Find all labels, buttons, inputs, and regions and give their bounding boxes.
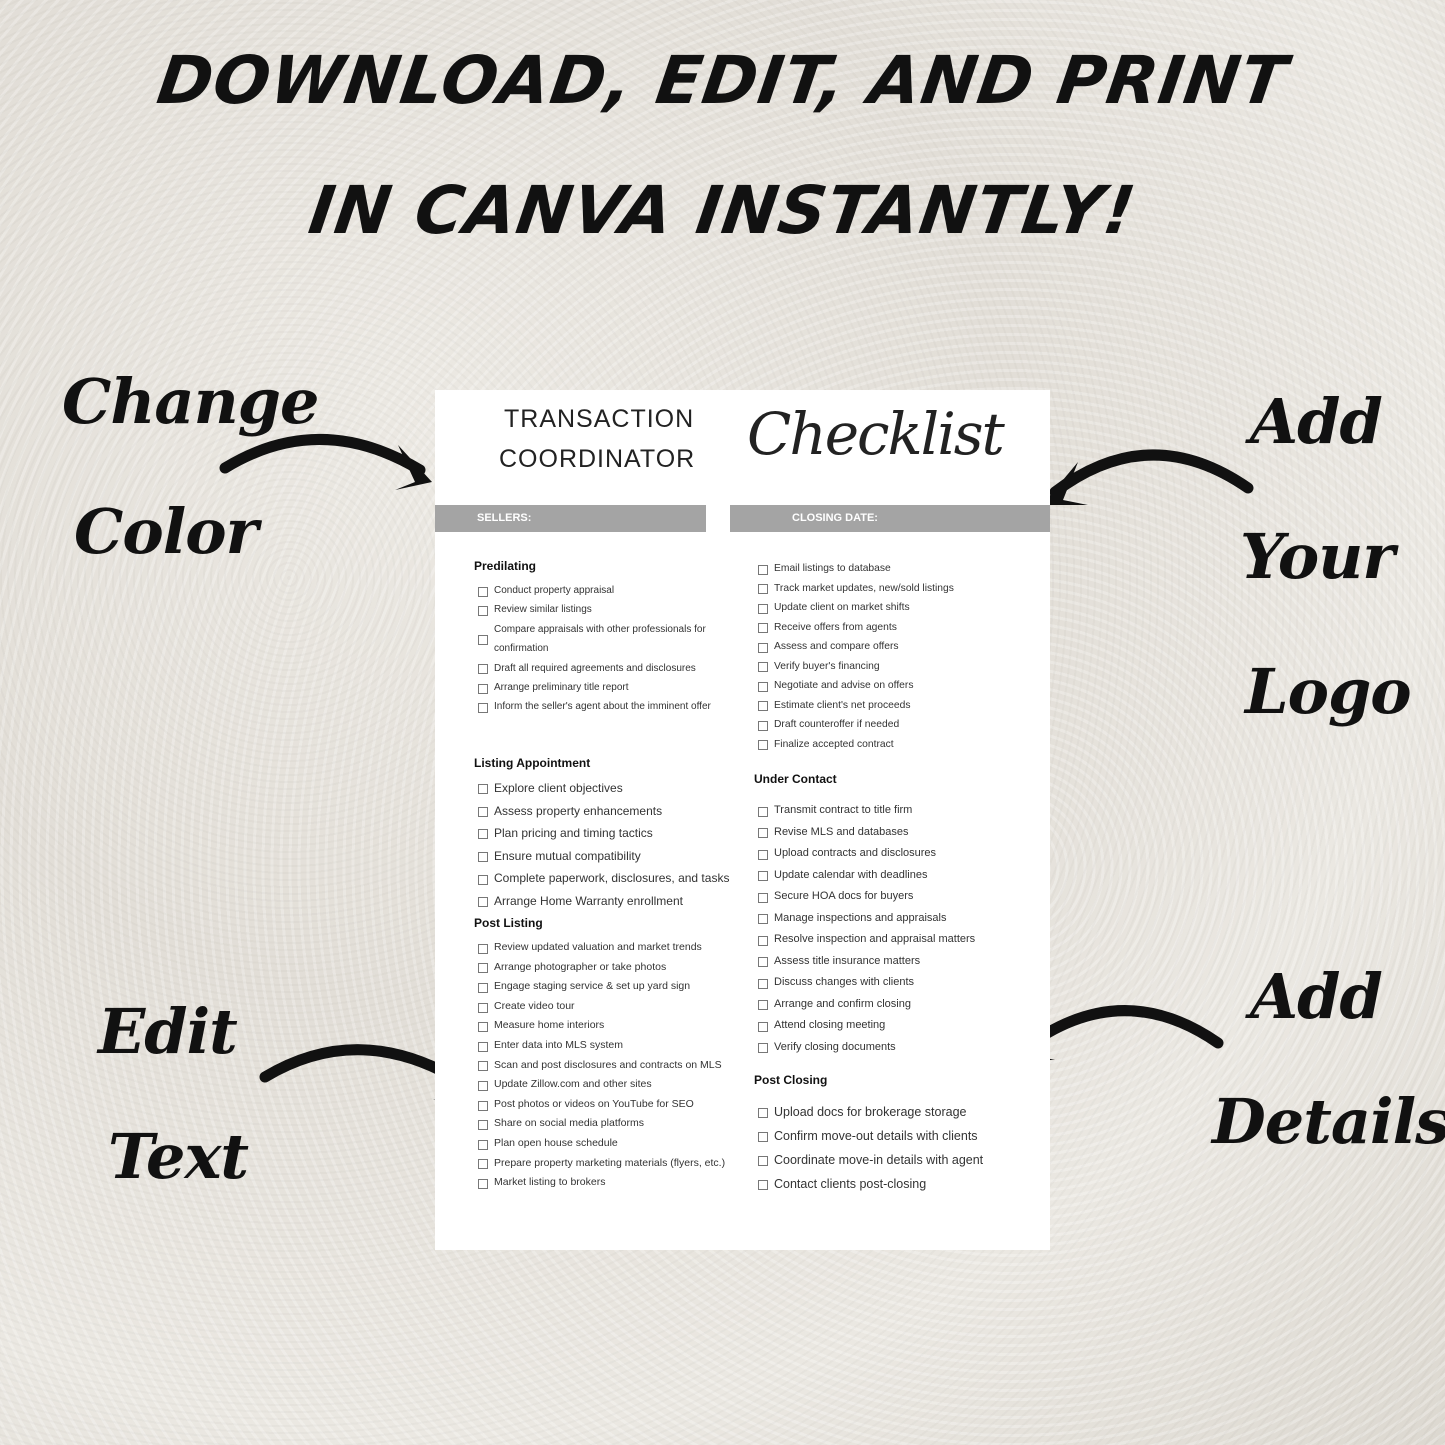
predilating-list: Conduct property appraisal Review simila… xyxy=(474,581,719,717)
checklist-item[interactable]: Update Zillow.com and other sites xyxy=(474,1075,749,1095)
checklist-item[interactable]: Attend closing meeting xyxy=(754,1015,1044,1037)
post-listing-list: Review updated valuation and market tren… xyxy=(474,938,749,1193)
checklist-item[interactable]: Coordinate move-in details with agent xyxy=(754,1148,1044,1172)
checklist-item[interactable]: Inform the seller's agent about the immi… xyxy=(474,697,719,716)
checklist-item[interactable]: Explore client objectives xyxy=(474,777,774,800)
section-heading: Listing Appointment xyxy=(474,756,591,770)
checklist-item[interactable]: Review updated valuation and market tren… xyxy=(474,938,749,958)
arrow-icon xyxy=(1016,1005,1224,1056)
checklist-item[interactable]: Plan pricing and timing tactics xyxy=(474,822,774,845)
checklist-item[interactable]: Post photos or videos on YouTube for SEO xyxy=(474,1095,749,1115)
closing-date-bar[interactable]: CLOSING DATE: xyxy=(730,505,1050,532)
checklist-item[interactable]: Enter data into MLS system xyxy=(474,1036,749,1056)
checklist-item[interactable]: Manage inspections and appraisals xyxy=(754,908,1044,930)
checklist-item[interactable]: Arrange preliminary title report xyxy=(474,678,719,697)
checklist-item[interactable]: Confirm move-out details with clients xyxy=(754,1124,1044,1148)
listing-appointment-list: Explore client objectives Assess propert… xyxy=(474,777,774,913)
checklist-item[interactable]: Verify closing documents xyxy=(754,1037,1044,1059)
checklist-document: TRANSACTION COORDINATOR Checklist SELLER… xyxy=(435,390,1050,1250)
checklist-item[interactable]: Transmit contract to title firm xyxy=(754,800,1044,822)
checklist-item[interactable]: Arrange photographer or take photos xyxy=(474,958,749,978)
checklist-item[interactable]: Assess property enhancements xyxy=(474,800,774,823)
title-checklist: Checklist xyxy=(747,400,1005,468)
checklist-item[interactable]: Discuss changes with clients xyxy=(754,972,1044,994)
checklist-item[interactable]: Conduct property appraisal xyxy=(474,581,719,600)
checklist-item[interactable]: Email listings to database xyxy=(754,559,1034,579)
checklist-item[interactable]: Track market updates, new/sold listings xyxy=(754,579,1034,599)
checklist-item[interactable]: Measure home interiors xyxy=(474,1016,749,1036)
checklist-item[interactable]: Assess and compare offers xyxy=(754,637,1034,657)
title-transaction: TRANSACTION xyxy=(504,405,695,433)
checklist-item[interactable]: Upload docs for brokerage storage xyxy=(754,1100,1044,1124)
checklist-item[interactable]: Negotiate and advise on offers xyxy=(754,676,1034,696)
checklist-item[interactable]: Scan and post disclosures and contracts … xyxy=(474,1056,749,1076)
checklist-item[interactable]: Prepare property marketing materials (fl… xyxy=(474,1154,749,1174)
section-heading: Post Closing xyxy=(754,1073,828,1087)
checklist-item[interactable]: Review similar listings xyxy=(474,600,719,619)
checklist-item[interactable]: Verify buyer's financing xyxy=(754,657,1034,677)
arrow-icon xyxy=(1049,449,1254,498)
checklist-item[interactable]: Update calendar with deadlines xyxy=(754,865,1044,887)
checklist-item[interactable]: Receive offers from agents xyxy=(754,618,1034,638)
checklist-item[interactable]: Draft counteroffer if needed xyxy=(754,715,1034,735)
arrow-icon xyxy=(219,434,426,476)
checklist-item[interactable]: Upload contracts and disclosures xyxy=(754,843,1044,865)
arrow-icon xyxy=(259,1044,468,1088)
checklist-item[interactable]: Resolve inspection and appraisal matters xyxy=(754,929,1044,951)
checklist-item[interactable]: Plan open house schedule xyxy=(474,1134,749,1154)
checklist-item[interactable]: Compare appraisals with other profession… xyxy=(474,620,719,659)
checklist-item[interactable]: Draft all required agreements and disclo… xyxy=(474,659,719,678)
section-heading: Predilating xyxy=(474,559,537,573)
checklist-item[interactable]: Engage staging service & set up yard sig… xyxy=(474,977,749,997)
offers-list: Email listings to database Track market … xyxy=(754,559,1034,754)
checklist-item[interactable]: Complete paperwork, disclosures, and tas… xyxy=(474,867,774,890)
checklist-item[interactable]: Share on social media platforms xyxy=(474,1114,749,1134)
section-heading: Post Listing xyxy=(474,916,543,930)
checklist-item[interactable]: Arrange and confirm closing xyxy=(754,994,1044,1016)
checklist-item[interactable]: Create video tour xyxy=(474,997,749,1017)
under-contact-list: Transmit contract to title firm Revise M… xyxy=(754,800,1044,1058)
checklist-item[interactable]: Estimate client's net proceeds xyxy=(754,696,1034,716)
checklist-item[interactable]: Arrange Home Warranty enrollment xyxy=(474,890,774,913)
checklist-item[interactable]: Market listing to brokers xyxy=(474,1173,749,1193)
section-heading: Under Contact xyxy=(754,772,837,786)
checklist-item[interactable]: Secure HOA docs for buyers xyxy=(754,886,1044,908)
sellers-bar[interactable]: SELLERS: xyxy=(435,505,706,532)
checklist-item[interactable]: Finalize accepted contract xyxy=(754,735,1034,755)
checklist-item[interactable]: Update client on market shifts xyxy=(754,598,1034,618)
checklist-item[interactable]: Revise MLS and databases xyxy=(754,822,1044,844)
post-closing-list: Upload docs for brokerage storage Confir… xyxy=(754,1100,1044,1196)
checklist-item[interactable]: Contact clients post-closing xyxy=(754,1172,1044,1196)
checklist-item[interactable]: Ensure mutual compatibility xyxy=(474,845,774,868)
title-coordinator: COORDINATOR xyxy=(499,445,696,473)
checklist-item[interactable]: Assess title insurance matters xyxy=(754,951,1044,973)
